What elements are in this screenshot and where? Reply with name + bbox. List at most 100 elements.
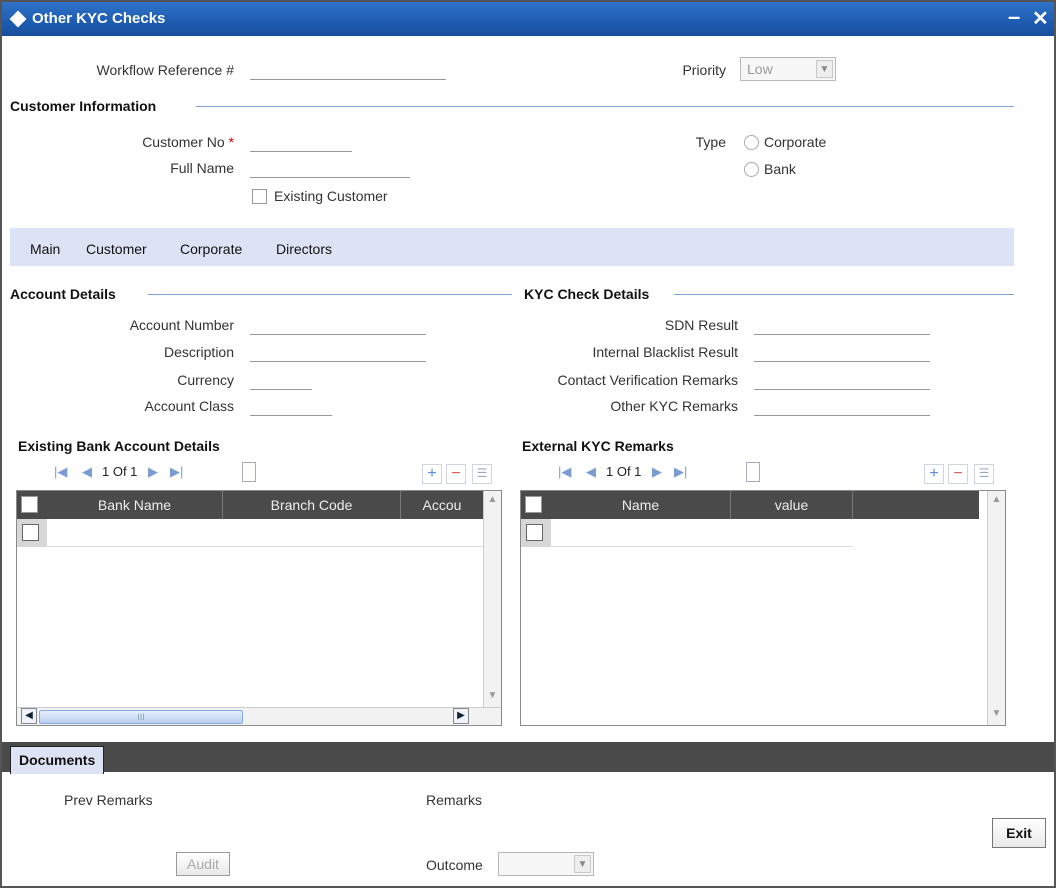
existing-customer-checkbox[interactable] bbox=[252, 189, 267, 204]
contact-verification-remarks-label: Contact Verification Remarks bbox=[557, 372, 738, 388]
scroll-thumb[interactable]: III bbox=[39, 710, 243, 724]
minimize-icon[interactable]: – bbox=[1008, 4, 1020, 30]
workflow-reference-input[interactable] bbox=[250, 60, 446, 80]
contact-verification-remarks-input[interactable] bbox=[754, 370, 930, 390]
footer-tab-band bbox=[2, 742, 1054, 772]
existing-bank-accounts-section-title: Existing Bank Account Details bbox=[18, 438, 220, 454]
prev-page-icon[interactable]: ◀ bbox=[586, 464, 596, 480]
scroll-right-icon[interactable]: ▶ bbox=[453, 708, 469, 724]
existing-customer-label: Existing Customer bbox=[274, 188, 388, 204]
type-corporate-label: Corporate bbox=[764, 134, 827, 150]
priority-label: Priority bbox=[682, 62, 726, 78]
currency-input[interactable] bbox=[250, 370, 312, 390]
prev-page-icon[interactable]: ◀ bbox=[82, 464, 92, 480]
delete-row-icon[interactable]: − bbox=[948, 464, 968, 484]
select-all-checkbox[interactable] bbox=[21, 496, 38, 513]
tab-corporate[interactable]: Corporate bbox=[180, 241, 242, 257]
vertical-scrollbar[interactable]: ▲ ▼ bbox=[987, 491, 1005, 725]
chevron-up-icon[interactable]: ▲ bbox=[988, 491, 1005, 509]
bank-accounts-pager-text: 1 Of 1 bbox=[102, 464, 138, 479]
next-page-icon[interactable]: ▶ bbox=[148, 464, 158, 480]
section-divider bbox=[674, 294, 1014, 295]
internal-blacklist-result-label: Internal Blacklist Result bbox=[592, 344, 738, 360]
priority-select[interactable]: Low ▼ bbox=[740, 57, 836, 81]
chevron-down-icon: ▼ bbox=[574, 855, 591, 873]
customer-info-section-title: Customer Information bbox=[10, 98, 157, 114]
required-marker: * bbox=[228, 134, 234, 150]
external-kyc-remarks-section-title: External KYC Remarks bbox=[522, 438, 674, 454]
audit-button[interactable]: Audit bbox=[176, 852, 230, 876]
account-details-section-title: Account Details bbox=[10, 286, 116, 302]
customer-no-input[interactable] bbox=[250, 132, 352, 152]
account-class-label: Account Class bbox=[144, 398, 234, 414]
type-bank-radio[interactable] bbox=[744, 162, 759, 177]
description-label: Description bbox=[163, 344, 234, 360]
next-page-icon[interactable]: ▶ bbox=[652, 464, 662, 480]
first-page-icon[interactable]: |◀ bbox=[54, 464, 67, 480]
remarks-label: Remarks bbox=[426, 792, 483, 808]
internal-blacklist-result-input[interactable] bbox=[754, 342, 930, 362]
kyc-remarks-pager-text: 1 Of 1 bbox=[606, 464, 642, 479]
last-page-icon[interactable]: ▶| bbox=[170, 464, 183, 480]
type-label: Type bbox=[695, 134, 726, 150]
type-bank-label: Bank bbox=[764, 161, 796, 177]
chevron-down-icon: ▼ bbox=[816, 60, 833, 78]
tab-bar: Main Customer Corporate Directors bbox=[10, 228, 1014, 266]
other-kyc-remarks-input[interactable] bbox=[754, 396, 930, 416]
add-row-icon[interactable]: + bbox=[924, 464, 944, 484]
title-bar: Other KYC Checks – ✕ bbox=[2, 2, 1054, 36]
horizontal-scrollbar[interactable]: ◀ III ▶ bbox=[17, 707, 501, 725]
sdn-result-input[interactable] bbox=[754, 315, 930, 335]
customer-no-label-text: Customer No bbox=[142, 134, 225, 150]
grid-view-icon[interactable]: ☰ bbox=[974, 464, 994, 484]
chevron-down-icon[interactable]: ▼ bbox=[988, 705, 1005, 723]
last-page-icon[interactable]: ▶| bbox=[674, 464, 687, 480]
column-header-value[interactable]: value bbox=[731, 491, 853, 519]
chevron-up-icon[interactable]: ▲ bbox=[484, 491, 501, 509]
page-number-input[interactable] bbox=[746, 462, 760, 482]
delete-row-icon[interactable]: − bbox=[446, 464, 466, 484]
window-title: Other KYC Checks bbox=[32, 10, 166, 27]
outcome-label: Outcome bbox=[426, 857, 483, 873]
first-page-icon[interactable]: |◀ bbox=[558, 464, 571, 480]
tab-directors[interactable]: Directors bbox=[276, 241, 332, 257]
full-name-input[interactable] bbox=[250, 158, 410, 178]
type-corporate-radio[interactable] bbox=[744, 135, 759, 150]
customer-no-label: Customer No * bbox=[42, 134, 234, 150]
table-row[interactable] bbox=[521, 519, 853, 547]
column-header-bank-name[interactable]: Bank Name bbox=[47, 491, 223, 519]
tab-customer[interactable]: Customer bbox=[86, 241, 147, 257]
page-number-input[interactable] bbox=[242, 462, 256, 482]
column-header-branch-code[interactable]: Branch Code bbox=[223, 491, 401, 519]
section-divider bbox=[196, 106, 1014, 107]
description-input[interactable] bbox=[250, 342, 426, 362]
close-icon[interactable]: ✕ bbox=[1032, 6, 1049, 31]
column-header-name[interactable]: Name bbox=[551, 491, 731, 519]
scroll-left-icon[interactable]: ◀ bbox=[21, 708, 37, 724]
exit-button[interactable]: Exit bbox=[992, 818, 1046, 848]
footer-panel: Prev Remarks Remarks Exit Audit Outcome … bbox=[2, 774, 1054, 886]
account-class-input[interactable] bbox=[250, 396, 332, 416]
outcome-select[interactable]: ▼ bbox=[498, 852, 594, 876]
tab-main[interactable]: Main bbox=[30, 241, 60, 257]
account-number-input[interactable] bbox=[250, 315, 426, 335]
grid-header: Bank Name Branch Code Accou bbox=[17, 491, 483, 519]
table-row[interactable] bbox=[17, 519, 483, 547]
tab-documents[interactable]: Documents bbox=[10, 746, 105, 774]
currency-label: Currency bbox=[177, 372, 234, 388]
grid-header: Name value bbox=[521, 491, 979, 519]
app-diamond-icon bbox=[9, 10, 27, 28]
other-kyc-remarks-label: Other KYC Remarks bbox=[610, 398, 738, 414]
row-checkbox[interactable] bbox=[526, 524, 543, 541]
sdn-result-label: SDN Result bbox=[664, 317, 738, 333]
column-header-account[interactable]: Accou bbox=[401, 491, 483, 519]
vertical-scrollbar[interactable]: ▲ ▼ bbox=[483, 491, 501, 707]
select-all-checkbox[interactable] bbox=[525, 496, 542, 513]
prev-remarks-label: Prev Remarks bbox=[64, 792, 153, 808]
priority-value: Low bbox=[747, 61, 773, 77]
add-row-icon[interactable]: + bbox=[422, 464, 442, 484]
account-number-label: Account Number bbox=[129, 317, 234, 333]
grid-view-icon[interactable]: ☰ bbox=[472, 464, 492, 484]
chevron-down-icon[interactable]: ▼ bbox=[484, 687, 501, 705]
row-checkbox[interactable] bbox=[22, 524, 39, 541]
